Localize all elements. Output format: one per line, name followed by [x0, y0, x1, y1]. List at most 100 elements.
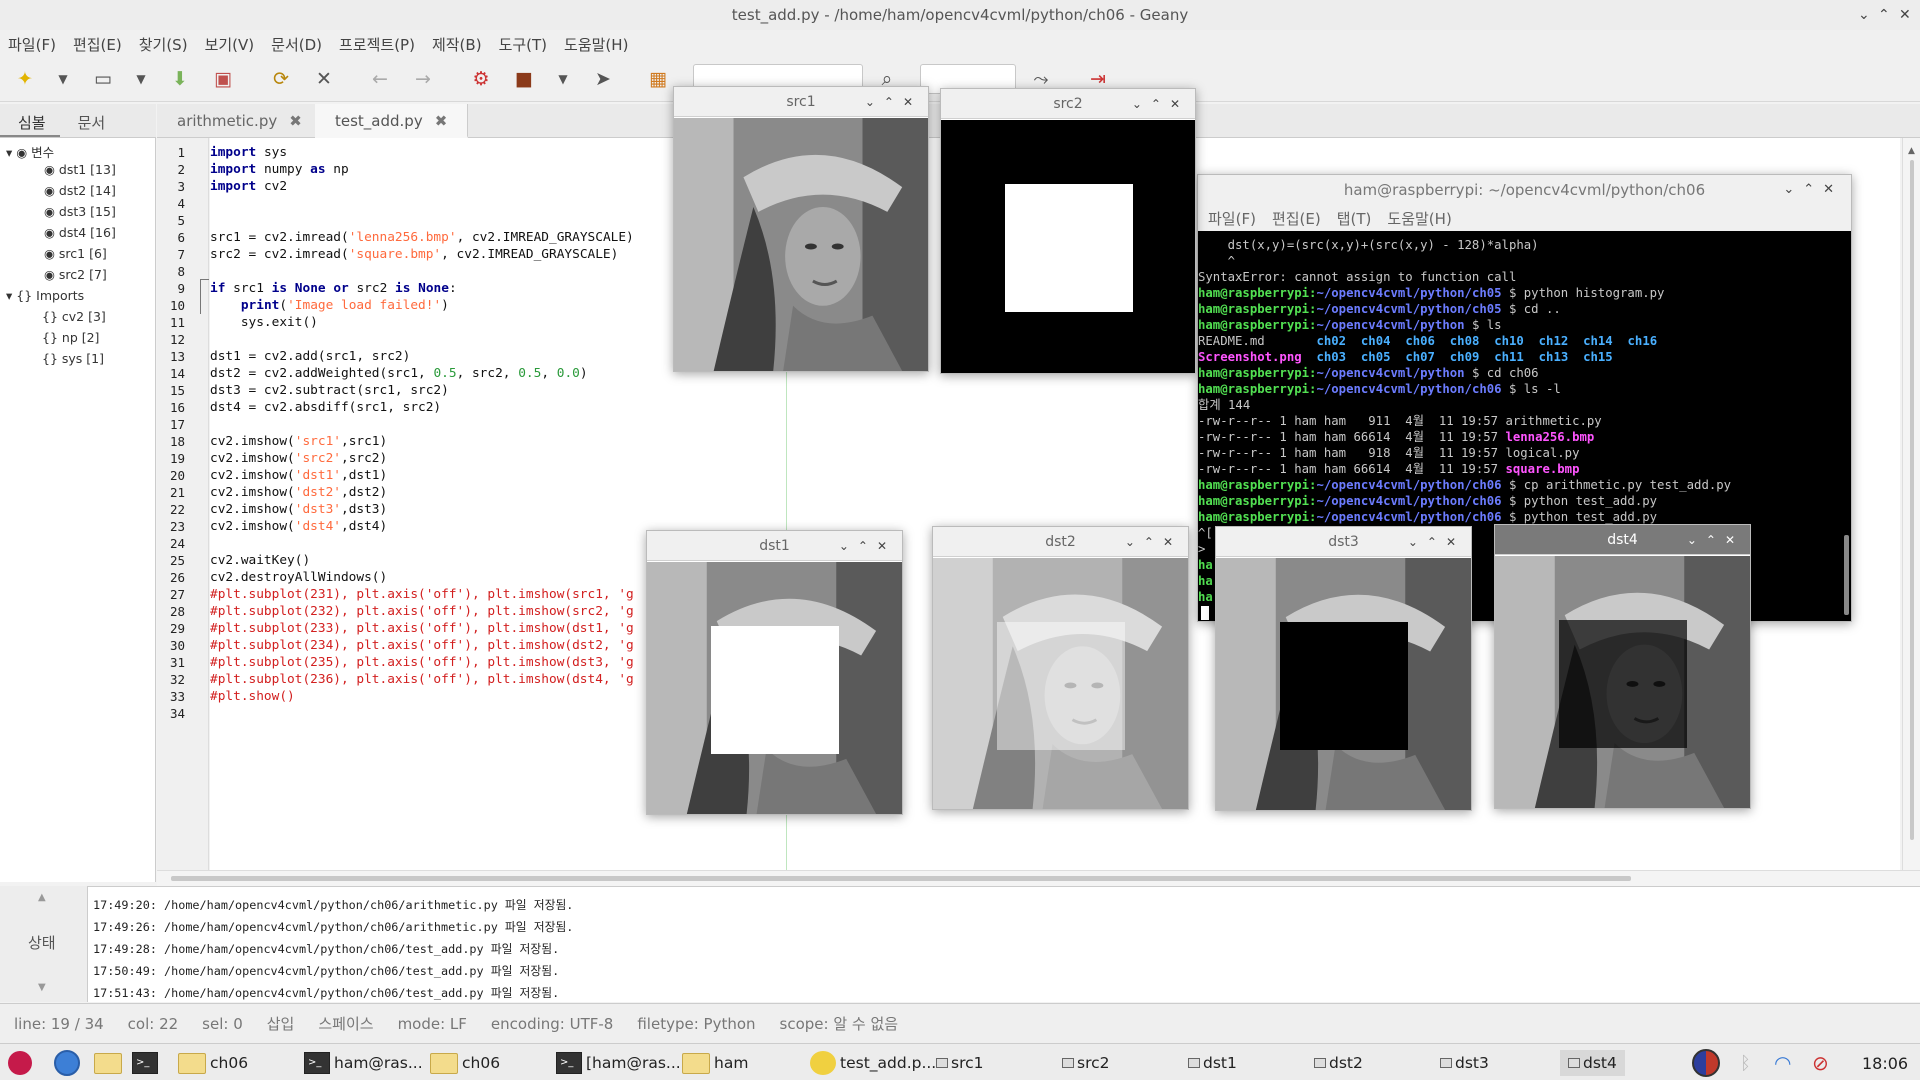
tree-item[interactable]: ◉ dst3 [15]	[44, 204, 116, 219]
task-src2[interactable]: src2	[1062, 1050, 1110, 1076]
code-line[interactable]: sys.exit()	[210, 314, 318, 331]
code-line[interactable]: src2 = cv2.imread('square.bmp', cv2.IMRE…	[210, 246, 618, 263]
file-manager-icon[interactable]	[94, 1050, 126, 1076]
task-folder-ch06[interactable]: ch06	[178, 1050, 248, 1076]
code-line[interactable]: if src1 is None or src2 is None:	[210, 280, 457, 297]
terminal-menu-help[interactable]: 도움말(H)	[1387, 208, 1451, 229]
menu-search[interactable]: 찾기(S)	[139, 34, 188, 55]
tree-item[interactable]: {} cv2 [3]	[42, 309, 106, 324]
terminal-menu-file[interactable]: 파일(F)	[1208, 208, 1256, 229]
menu-tools[interactable]: 도구(T)	[499, 34, 547, 55]
window-controls[interactable]: ⌄⌃✕	[1132, 89, 1189, 119]
task-terminal[interactable]: >_ ham@ras...	[304, 1050, 423, 1076]
code-line[interactable]: dst2 = cv2.addWeighted(src1, 0.5, src2, …	[210, 365, 588, 382]
window-controls[interactable]: ⌄⌃✕	[1125, 527, 1182, 557]
terminal-scrollbar[interactable]	[1844, 535, 1849, 615]
tree-item[interactable]: {} np [2]	[42, 330, 99, 345]
task-dst3[interactable]: dst3	[1440, 1050, 1489, 1076]
window-dst1[interactable]: dst1 ⌄⌃✕	[646, 530, 903, 815]
browser-icon[interactable]	[54, 1050, 80, 1076]
code-line[interactable]: import sys	[210, 144, 287, 161]
fold-marker[interactable]	[200, 279, 209, 314]
window-controls[interactable]: ⌄⌃✕	[1408, 527, 1465, 557]
window-dst3[interactable]: dst3 ⌄⌃✕	[1215, 526, 1472, 811]
code-line[interactable]: cv2.waitKey()	[210, 552, 310, 569]
window-src2[interactable]: src2 ⌄⌃✕	[940, 88, 1196, 374]
code-line[interactable]: src1 = cv2.imread('lenna256.bmp', cv2.IM…	[210, 229, 634, 246]
open-dropdown-icon[interactable]: ▼	[126, 64, 156, 94]
close-file-icon[interactable]: ✕	[309, 64, 339, 94]
message-tab[interactable]: ▲ 상태 ▼	[0, 886, 88, 1002]
task-dst2[interactable]: dst2	[1314, 1050, 1363, 1076]
menu-edit[interactable]: 편집(E)	[73, 34, 122, 55]
tree-item[interactable]: ◉ src1 [6]	[44, 246, 107, 261]
code-line[interactable]: dst4 = cv2.absdiff(src1, src2)	[210, 399, 441, 416]
task-dst1[interactable]: dst1	[1188, 1050, 1237, 1076]
tree-item[interactable]: ◉ src2 [7]	[44, 267, 107, 282]
execute-icon[interactable]: ➤	[588, 64, 618, 94]
clock[interactable]: 18:06	[1862, 1050, 1908, 1076]
wifi-icon[interactable]: ◠	[1774, 1050, 1791, 1076]
task-dst4[interactable]: dst4	[1560, 1050, 1625, 1076]
task-folder-ch06-2[interactable]: ch06	[430, 1050, 500, 1076]
terminal-menu-tabs[interactable]: 탭(T)	[1337, 208, 1372, 229]
compile-icon[interactable]: ⚙	[466, 64, 496, 94]
code-line[interactable]: dst3 = cv2.subtract(src1, src2)	[210, 382, 449, 399]
open-file-icon[interactable]: ▭	[88, 64, 118, 94]
save-icon[interactable]: ⬇	[165, 64, 195, 94]
window-src1[interactable]: src1 ⌄⌃✕	[673, 86, 929, 372]
code-line[interactable]: #plt.subplot(231), plt.axis('off'), plt.…	[210, 586, 634, 603]
code-line[interactable]: cv2.destroyAllWindows()	[210, 569, 387, 586]
menu-help[interactable]: 도움말(H)	[564, 34, 628, 55]
build-icon[interactable]: ■	[509, 64, 539, 94]
menu-document[interactable]: 문서(D)	[271, 34, 322, 55]
code-line[interactable]: cv2.imshow('dst4',dst4)	[210, 518, 387, 535]
bluetooth-icon[interactable]: ᛒ	[1740, 1050, 1751, 1076]
save-all-icon[interactable]: ▣	[208, 64, 238, 94]
tree-item[interactable]: ◉ dst4 [16]	[44, 225, 116, 240]
maximize-button[interactable]: ⌃	[1878, 0, 1890, 30]
build-dropdown-icon[interactable]: ▼	[548, 64, 578, 94]
code-line[interactable]: #plt.subplot(234), plt.axis('off'), plt.…	[210, 637, 634, 654]
code-line[interactable]: print('Image load failed!')	[210, 297, 449, 314]
color-chooser-icon[interactable]: ▦	[643, 64, 673, 94]
raspberry-menu-icon[interactable]	[8, 1050, 32, 1076]
code-line[interactable]: import cv2	[210, 178, 287, 195]
code-line[interactable]: #plt.subplot(235), plt.axis('off'), plt.…	[210, 654, 634, 671]
task-geany[interactable]: test_add.p...	[810, 1050, 936, 1076]
close-tab-icon[interactable]: ✖	[435, 112, 448, 130]
tab-test-add[interactable]: test_add.py ✖	[315, 104, 469, 138]
code-line[interactable]: cv2.imshow('dst3',dst3)	[210, 501, 387, 518]
code-line[interactable]: cv2.imshow('dst2',dst2)	[210, 484, 387, 501]
code-line[interactable]: cv2.imshow('dst1',dst1)	[210, 467, 387, 484]
input-method-icon[interactable]	[1692, 1049, 1720, 1077]
task-terminal-2[interactable]: >_ [ham@ras...	[556, 1050, 681, 1076]
window-controls[interactable]: ⌄⌃✕	[839, 531, 896, 561]
tree-group-imports[interactable]: ▾ {} Imports	[6, 288, 84, 303]
close-tab-icon[interactable]: ✖	[289, 112, 302, 130]
task-folder-ham[interactable]: ham	[682, 1050, 748, 1076]
window-dst2[interactable]: dst2 ⌄⌃✕	[932, 526, 1189, 810]
terminal-launcher-icon[interactable]: >_	[132, 1050, 162, 1076]
back-icon[interactable]: ←	[365, 64, 395, 94]
new-dropdown-icon[interactable]: ▼	[48, 64, 78, 94]
menu-file[interactable]: 파일(F)	[8, 34, 56, 55]
task-src1[interactable]: src1	[936, 1050, 984, 1076]
volume-muted-icon[interactable]: ⊘	[1812, 1050, 1829, 1076]
menu-project[interactable]: 프로젝트(P)	[339, 34, 415, 55]
new-file-icon[interactable]: ✦	[10, 64, 40, 94]
tab-symbols[interactable]: 심볼	[0, 104, 60, 137]
tree-item[interactable]: ◉ dst1 [13]	[44, 162, 116, 177]
code-line[interactable]: #plt.subplot(232), plt.axis('off'), plt.…	[210, 603, 634, 620]
vertical-scrollbar[interactable]: ▲	[1902, 138, 1920, 870]
window-controls[interactable]: ⌄⌃✕	[1687, 525, 1744, 555]
terminal-window-controls[interactable]: ⌄⌃✕	[1783, 175, 1843, 205]
code-line[interactable]: dst1 = cv2.add(src1, src2)	[210, 348, 410, 365]
code-line[interactable]: cv2.imshow('src1',src1)	[210, 433, 387, 450]
reload-icon[interactable]: ⟳	[266, 64, 296, 94]
menu-view[interactable]: 보기(V)	[205, 34, 255, 55]
code-line[interactable]: #plt.subplot(233), plt.axis('off'), plt.…	[210, 620, 634, 637]
code-line[interactable]: cv2.imshow('src2',src2)	[210, 450, 387, 467]
forward-icon[interactable]: →	[408, 64, 438, 94]
terminal-menu-edit[interactable]: 편집(E)	[1272, 208, 1321, 229]
